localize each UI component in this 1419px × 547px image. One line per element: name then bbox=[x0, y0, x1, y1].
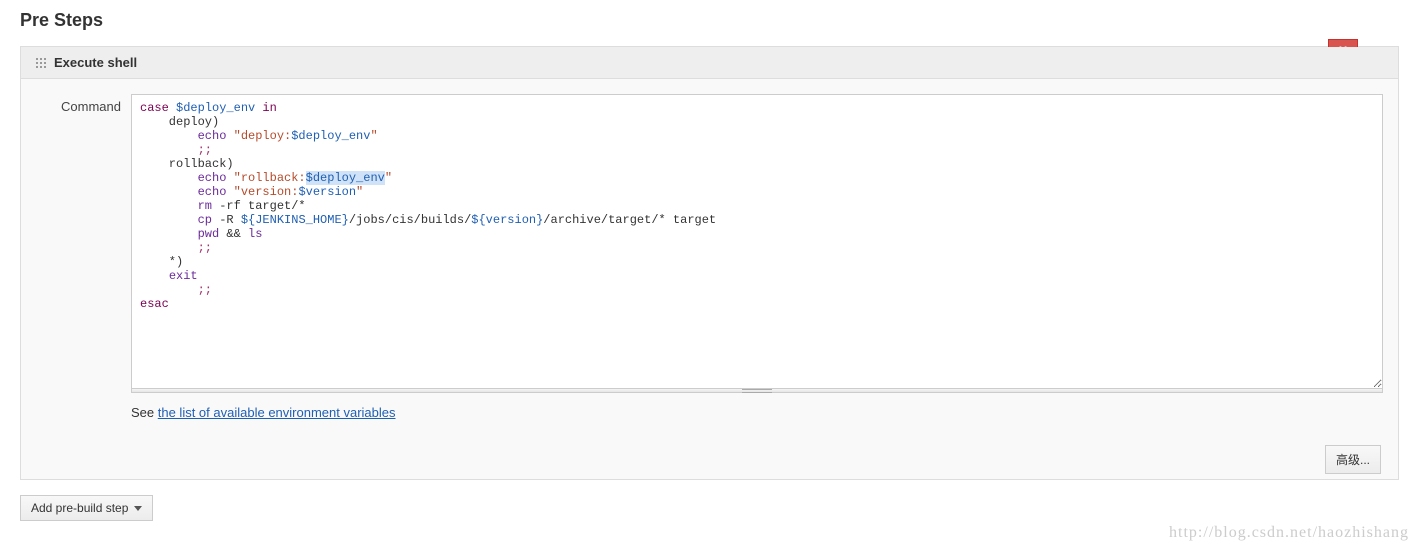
caret-down-icon bbox=[134, 506, 142, 511]
code-token: $version bbox=[298, 185, 356, 199]
code-token: pwd bbox=[198, 227, 220, 241]
code-token: -R bbox=[212, 213, 241, 227]
code-token: case bbox=[140, 101, 176, 115]
add-button-label: Add pre-build step bbox=[31, 501, 128, 515]
code-token: echo bbox=[198, 129, 227, 143]
command-label: Command bbox=[36, 94, 131, 114]
code-token: $deploy_env bbox=[176, 101, 255, 115]
code-token bbox=[140, 171, 198, 185]
code-token: && bbox=[219, 227, 248, 241]
code-token: $deploy_env bbox=[291, 129, 370, 143]
panel-header: Execute shell bbox=[21, 47, 1398, 79]
code-token bbox=[140, 199, 198, 213]
code-token bbox=[140, 213, 198, 227]
drag-handle-icon[interactable] bbox=[36, 58, 46, 68]
code-token bbox=[140, 129, 198, 143]
code-token: " bbox=[356, 185, 363, 199]
code-token: ${version} bbox=[471, 213, 543, 227]
advanced-button[interactable]: 高级... bbox=[1325, 445, 1381, 474]
code-token: echo bbox=[198, 185, 227, 199]
env-vars-link[interactable]: the list of available environment variab… bbox=[158, 405, 396, 420]
execute-shell-panel: X ? Execute shell Command case $deploy_e… bbox=[20, 46, 1399, 480]
code-token: esac bbox=[140, 297, 169, 311]
code-token bbox=[140, 227, 198, 241]
code-token: ls bbox=[248, 227, 262, 241]
code-token: ;; bbox=[140, 283, 212, 297]
code-token: " bbox=[385, 171, 392, 185]
add-pre-build-step-button[interactable]: Add pre-build step bbox=[20, 495, 153, 521]
watermark-text: http://blog.csdn.net/haozhishang bbox=[1169, 524, 1409, 542]
code-token: echo bbox=[198, 171, 227, 185]
code-token: $deploy_env bbox=[306, 171, 385, 185]
code-token: in bbox=[255, 101, 277, 115]
panel-title: Execute shell bbox=[54, 55, 137, 70]
code-token: -rf target/* bbox=[212, 199, 306, 213]
code-token: ;; bbox=[140, 143, 212, 157]
code-token: deploy) bbox=[140, 115, 219, 129]
code-token: rm bbox=[198, 199, 212, 213]
code-token: "deploy: bbox=[226, 129, 291, 143]
code-token bbox=[140, 269, 169, 283]
code-token: ${JENKINS_HOME} bbox=[241, 213, 349, 227]
code-token: cp bbox=[198, 213, 212, 227]
code-token: *) bbox=[140, 255, 183, 269]
command-input[interactable]: case $deploy_env in deploy) echo "deploy… bbox=[131, 94, 1383, 389]
code-token: " bbox=[370, 129, 377, 143]
code-token bbox=[140, 185, 198, 199]
code-token: rollback) bbox=[140, 157, 234, 171]
resize-grip-icon[interactable] bbox=[131, 389, 1383, 393]
code-token: exit bbox=[169, 269, 198, 283]
code-token: "rollback: bbox=[226, 171, 305, 185]
code-token: ;; bbox=[140, 241, 212, 255]
code-token: /archive/target/* target bbox=[543, 213, 716, 227]
code-token: "version: bbox=[226, 185, 298, 199]
help-text: See the list of available environment va… bbox=[131, 405, 1383, 420]
section-title: Pre Steps bbox=[20, 10, 1399, 31]
help-prefix: See bbox=[131, 405, 158, 420]
code-token: /jobs/cis/builds/ bbox=[349, 213, 471, 227]
